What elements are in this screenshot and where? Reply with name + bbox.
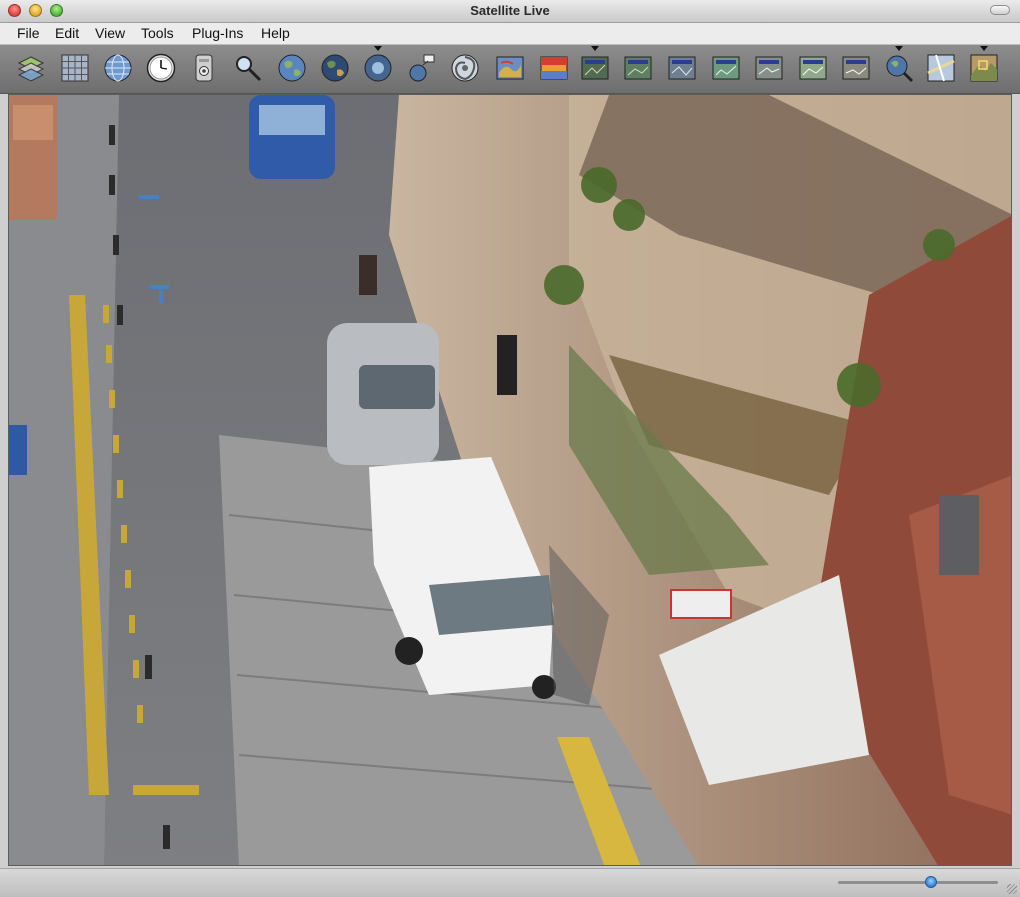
webcam-icon[interactable] [188, 52, 220, 84]
menu-bar: File Edit View Tools Plug-Ins Help [0, 23, 1020, 45]
dropdown-arrow-icon [895, 46, 903, 51]
map-overlay-icon[interactable] [579, 46, 611, 84]
dropdown-arrow-icon [591, 46, 599, 51]
globe-icon[interactable] [102, 52, 134, 84]
window-title: Satellite Live [470, 3, 550, 18]
dropdown-arrow-icon [980, 46, 988, 51]
map-2-icon[interactable] [666, 52, 698, 84]
menu-view[interactable]: View [93, 25, 127, 41]
map-viewport[interactable] [8, 94, 1012, 866]
earth-icon[interactable] [276, 52, 308, 84]
grid-icon[interactable] [59, 52, 91, 84]
resize-grip-icon[interactable] [1007, 884, 1017, 894]
earth-dropdown-icon[interactable] [362, 46, 394, 84]
satellite-icon[interactable] [405, 52, 437, 84]
hurricane-icon[interactable] [449, 52, 481, 84]
menu-help[interactable]: Help [259, 25, 292, 41]
aerial-street-image [9, 95, 1011, 865]
zoom-slider-thumb[interactable] [924, 876, 937, 888]
dropdown-arrow-icon [374, 46, 382, 51]
clock-icon[interactable] [145, 52, 177, 84]
map-5-icon[interactable] [797, 52, 829, 84]
globe-search-icon[interactable] [883, 46, 915, 84]
status-bar [0, 868, 1020, 897]
map-3-icon[interactable] [710, 52, 742, 84]
layers-icon[interactable] [15, 52, 47, 84]
menu-file[interactable]: File [15, 25, 42, 41]
terrain-map-icon[interactable] [968, 46, 1000, 84]
zoom-slider[interactable] [838, 881, 998, 884]
map-6-icon[interactable] [840, 52, 872, 84]
map-4-icon[interactable] [753, 52, 785, 84]
toolbar [0, 45, 1020, 94]
temperature-map-icon[interactable] [538, 52, 570, 84]
title-bar: Satellite Live [0, 0, 1020, 23]
menu-edit[interactable]: Edit [53, 25, 81, 41]
app-window: Satellite Live File Edit View Tools Plug… [0, 0, 1020, 897]
earth-night-icon[interactable] [319, 52, 351, 84]
map-1-icon[interactable] [622, 52, 654, 84]
road-map-icon[interactable] [925, 52, 957, 84]
menu-tools[interactable]: Tools [139, 25, 176, 41]
magnifier-icon[interactable] [232, 52, 264, 84]
weather-map-icon[interactable] [494, 52, 526, 84]
toolbar-toggle-button[interactable] [990, 5, 1010, 15]
menu-plugins[interactable]: Plug-Ins [190, 25, 245, 41]
